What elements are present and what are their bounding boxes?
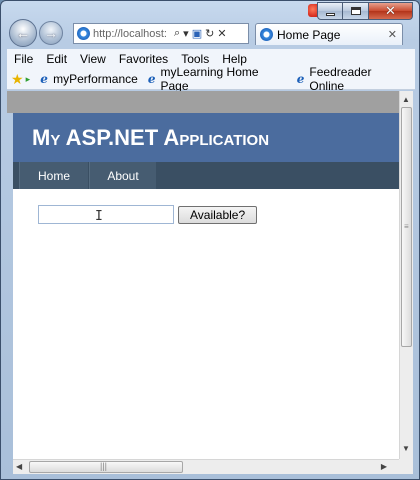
content-top-gap: [7, 91, 399, 113]
minimize-button[interactable]: [317, 2, 343, 20]
favorite-link-feedreader[interactable]: e Feedreader Online: [295, 65, 407, 93]
tab-close-icon[interactable]: ✕: [388, 28, 397, 41]
site-title: My ASP.NET Application: [32, 124, 270, 150]
availability-form: Available?: [38, 205, 258, 224]
nav-home-link[interactable]: Home: [19, 162, 89, 189]
menu-view[interactable]: View: [73, 52, 112, 66]
close-window-button[interactable]: ✕: [369, 2, 413, 20]
refresh-icon[interactable]: ↻: [205, 27, 214, 40]
horizontal-scroll-thumb[interactable]: |||: [29, 461, 183, 473]
available-button[interactable]: Available?: [178, 205, 258, 224]
ie-page-icon: e: [77, 27, 90, 40]
text-cursor-icon: I: [95, 209, 103, 224]
ie-page-icon: e: [147, 72, 156, 86]
dropdown-icon[interactable]: ▾: [183, 27, 189, 40]
site-header: My ASP.NET Application: [13, 113, 399, 162]
navigation-row: ← → e http://localhost: ⌕ ▾ ▣ ↻ ✕ e Home…: [7, 19, 415, 47]
favorites-bar: ★ ▸ e myPerformance e myLearning Home Pa…: [7, 65, 415, 93]
vertical-scroll-thumb[interactable]: ≡: [401, 107, 412, 347]
forward-arrow-icon: →: [44, 25, 58, 41]
tab-home-page[interactable]: e Home Page ✕: [255, 23, 403, 45]
add-favorite-icon[interactable]: ▸: [26, 74, 31, 85]
name-input[interactable]: [38, 205, 174, 224]
browser-window: ✕ ← → e http://localhost: ⌕ ▾ ▣ ↻ ✕ e Ho…: [0, 0, 420, 480]
site-navigation: Home About: [13, 162, 399, 189]
horizontal-scrollbar[interactable]: ◀ ||| ▶: [13, 459, 399, 474]
favorites-star-icon[interactable]: ★: [11, 71, 24, 88]
ie-tab-icon: e: [260, 28, 273, 41]
vertical-scrollbar[interactable]: ▲ ≡ ▼: [399, 91, 413, 459]
favorite-label: myLearning Home Page: [160, 65, 259, 93]
compatibility-view-icon[interactable]: ▣: [192, 27, 202, 40]
page-content: My ASP.NET Application Home About Availa…: [13, 113, 399, 459]
ie-page-icon: e: [296, 72, 305, 86]
back-button[interactable]: ←: [9, 19, 37, 47]
address-text[interactable]: http://localhost:: [93, 28, 171, 40]
menu-tools[interactable]: Tools: [174, 52, 215, 66]
nav-about-link[interactable]: About: [89, 162, 157, 189]
ie-page-icon: e: [40, 72, 48, 86]
favorite-label: Feedreader Online: [309, 65, 372, 93]
menu-help[interactable]: Help: [215, 52, 253, 66]
close-icon: ✕: [385, 3, 396, 18]
forward-button[interactable]: →: [39, 21, 63, 45]
maximize-button[interactable]: [343, 2, 369, 20]
minimize-icon: [325, 12, 335, 16]
resize-corner: [399, 459, 413, 474]
menu-file[interactable]: File: [7, 52, 39, 66]
stop-icon[interactable]: ✕: [217, 27, 226, 40]
scroll-right-icon[interactable]: ▶: [381, 462, 387, 471]
maximize-icon: [350, 7, 361, 15]
menu-favorites[interactable]: Favorites: [112, 52, 174, 66]
favorite-link-myperformance[interactable]: e myPerformance: [38, 72, 138, 86]
address-bar[interactable]: e http://localhost: ⌕ ▾ ▣ ↻ ✕: [73, 23, 249, 44]
scroll-left-icon[interactable]: ◀: [16, 462, 22, 471]
favorite-link-mylearning[interactable]: e myLearning Home Page: [146, 65, 287, 93]
back-arrow-icon: ←: [16, 25, 30, 41]
tab-label: Home Page: [277, 27, 341, 42]
scroll-up-icon[interactable]: ▲: [402, 95, 410, 104]
scroll-grip-icon: ≡: [404, 222, 409, 231]
scroll-down-icon[interactable]: ▼: [402, 444, 410, 453]
scroll-grip-icon: |||: [100, 461, 108, 471]
favorite-label: myPerformance: [53, 72, 138, 86]
caption-buttons: ✕: [317, 2, 413, 20]
menu-edit[interactable]: Edit: [39, 52, 73, 66]
search-icon[interactable]: ⌕: [174, 27, 180, 40]
